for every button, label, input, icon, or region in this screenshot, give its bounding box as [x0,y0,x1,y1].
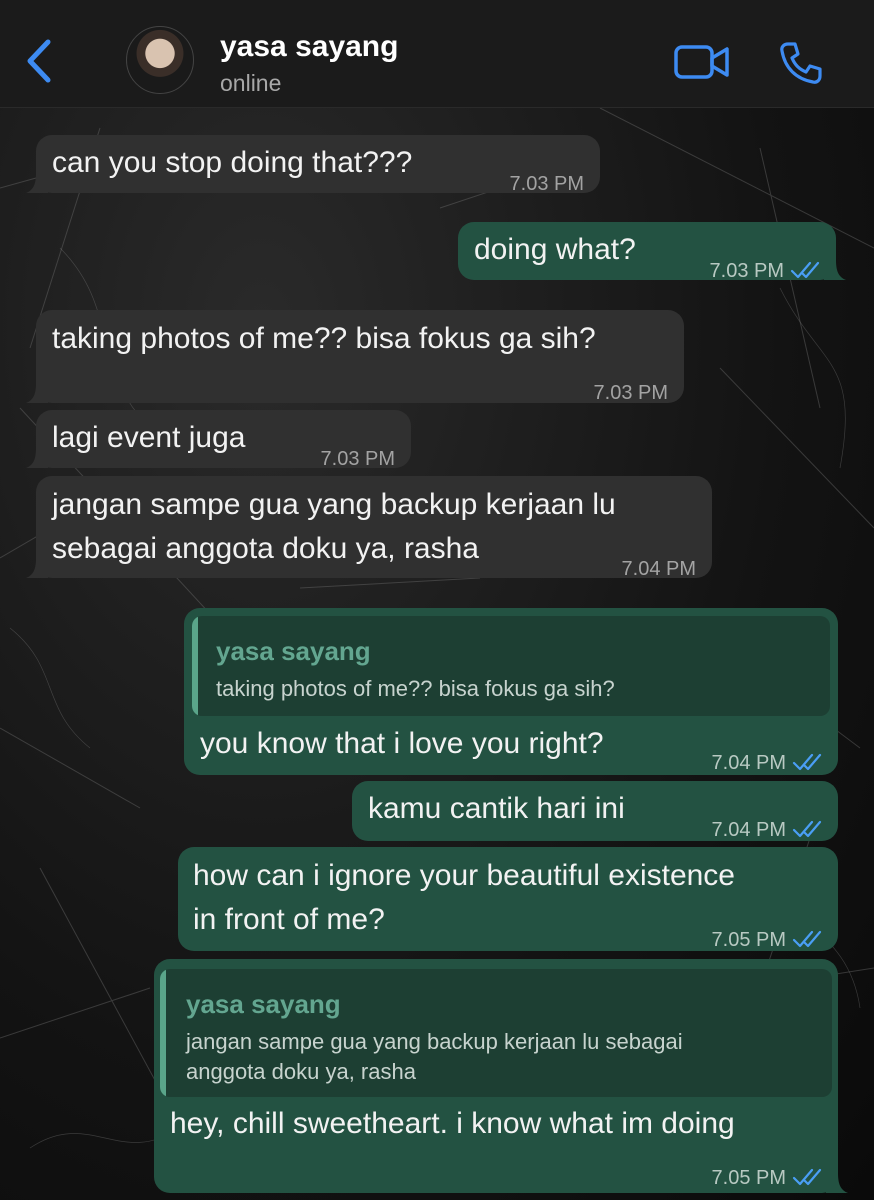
message-meta: 7.05 PM [712,1157,822,1199]
contact-status: online [220,70,282,96]
message-outgoing[interactable]: how can i ignore your beautiful existenc… [178,847,838,951]
message-meta: 7.03 PM [710,250,820,292]
message-time: 7.04 PM [711,819,786,841]
message-outgoing-reply[interactable]: yasa sayang jangan sampe gua yang backup… [154,959,848,1193]
message-meta: 7.05 PM [712,919,822,961]
message-outgoing[interactable]: kamu cantik hari ini 7.04 PM [352,781,838,841]
message-time: 7.05 PM [711,929,786,951]
double-check-icon [792,930,822,948]
message-time: 7.03 PM [593,382,668,404]
bubble-tail [26,448,48,468]
quoted-message[interactable]: yasa sayang taking photos of me?? bisa f… [192,616,830,716]
message-incoming[interactable]: taking photos of me?? bisa fokus ga sih?… [26,310,684,404]
message-text: taking photos of me?? bisa fokus ga sih? [52,322,596,355]
message-incoming[interactable]: jangan sampe gua yang backup kerjaan lu … [26,476,712,580]
quoted-text-line: jangan sampe gua yang backup kerjaan lu … [186,1029,683,1054]
message-time: 7.05 PM [711,1167,786,1189]
quote-bar [160,969,166,1097]
message-meta: 7.04 PM [712,809,822,851]
message-time: 7.03 PM [709,260,784,282]
message-text: hey, chill sweetheart. i know what im do… [170,1107,735,1140]
chat-area[interactable]: can you stop doing that??? 7.03 PM doing… [0,108,874,1200]
message-text: doing what? [474,233,636,266]
quoted-sender: yasa sayang [216,636,371,666]
double-check-icon [792,753,822,771]
chat-header: yasa sayang online [0,0,874,108]
message-time: 7.03 PM [320,448,395,470]
bubble-tail [826,1173,848,1193]
message-meta: 7.04 PM [712,742,822,784]
quoted-sender: yasa sayang [186,989,341,1019]
quote-bar [192,616,198,716]
quoted-text: taking photos of me?? bisa fokus ga sih? [216,676,615,701]
message-outgoing[interactable]: doing what? 7.03 PM [458,222,846,282]
video-camera-icon[interactable] [674,42,730,82]
phone-icon[interactable] [778,40,824,86]
message-text-line: jangan sampe gua yang backup kerjaan lu [52,488,616,521]
message-text: lagi event juga [52,421,246,454]
message-outgoing-reply[interactable]: yasa sayang taking photos of me?? bisa f… [184,608,838,775]
message-text: you know that i love you right? [200,727,604,760]
quoted-text-line: anggota doku ya, rasha [186,1059,416,1084]
message-text-line: in front of me? [193,903,385,936]
quoted-message[interactable]: yasa sayang jangan sampe gua yang backup… [160,969,832,1097]
message-text: can you stop doing that??? [52,146,413,179]
message-incoming[interactable]: lagi event juga 7.03 PM [26,410,411,470]
message-time: 7.03 PM [509,173,584,195]
message-text: kamu cantik hari ini [368,792,625,825]
double-check-icon [790,261,820,279]
bubble-tail [26,558,48,578]
avatar[interactable] [126,26,194,94]
bubble-tail [26,173,48,193]
message-text-line: sebagai anggota doku ya, rasha [52,532,479,565]
bubble-tail [26,383,48,403]
message-incoming[interactable]: can you stop doing that??? 7.03 PM [26,135,600,195]
bubble-tail [824,260,846,280]
message-time: 7.04 PM [711,752,786,774]
message-time: 7.04 PM [621,558,696,580]
chevron-left-icon[interactable] [22,36,58,86]
double-check-icon [792,1168,822,1186]
contact-name[interactable]: yasa sayang [220,30,398,64]
double-check-icon [792,820,822,838]
message-text-line: how can i ignore your beautiful existenc… [193,859,735,892]
